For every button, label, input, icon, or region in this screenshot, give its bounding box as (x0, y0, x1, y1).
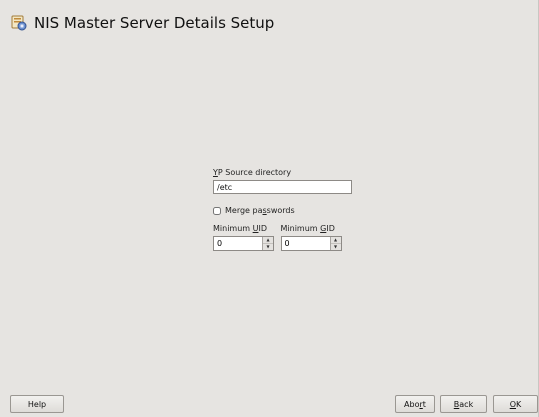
id-range-row: Minimum UID ▲ ▼ Minimum GID ▲ ▼ (213, 224, 348, 251)
merge-passwords-checkbox[interactable] (213, 206, 221, 215)
nis-server-icon (10, 14, 28, 32)
merge-passwords-label-post: swords (266, 206, 295, 215)
minimum-uid-label-pre: Minimum (213, 224, 253, 233)
merge-passwords-label-pre: Merge pa (225, 206, 263, 215)
minimum-uid-spinbox[interactable]: ▲ ▼ (213, 236, 274, 251)
minimum-gid-spinbox[interactable]: ▲ ▼ (280, 236, 342, 251)
back-button[interactable]: Back (440, 395, 487, 413)
minimum-gid-label-post: ID (326, 224, 335, 233)
abort-button-label-pre: Abo (404, 399, 420, 409)
dialog-header: NIS Master Server Details Setup (10, 12, 274, 34)
spin-down-icon[interactable]: ▼ (263, 243, 273, 250)
minimum-uid-label-post: ID (258, 224, 268, 233)
merge-passwords-label[interactable]: Merge passwords (225, 206, 295, 215)
back-button-label-post: ack (459, 399, 474, 409)
spin-down-icon[interactable]: ▼ (330, 243, 341, 250)
merge-passwords-row[interactable]: Merge passwords (213, 206, 348, 215)
button-bar: Help Abo r t Back OK (0, 394, 538, 416)
minimum-uid-group: Minimum UID ▲ ▼ (213, 224, 281, 251)
ok-button[interactable]: OK (493, 395, 538, 413)
minimum-uid-spin-buttons: ▲ ▼ (262, 237, 273, 250)
yp-source-label-text: P Source directory (217, 168, 292, 177)
minimum-uid-input[interactable] (214, 237, 262, 250)
minimum-gid-input[interactable] (281, 237, 330, 250)
help-button-label: Help (27, 399, 47, 409)
nis-master-details-form: YP Source directory Merge passwords Mini… (213, 168, 352, 251)
abort-button[interactable]: Abo r t (395, 395, 435, 413)
dialog-title: NIS Master Server Details Setup (34, 14, 275, 32)
yast-window: NIS Master Server Details Setup YP Sourc… (0, 0, 539, 417)
yp-source-label: YP Source directory (213, 168, 348, 177)
minimum-gid-group: Minimum GID ▲ ▼ (280, 224, 349, 251)
abort-button-label-post: t (422, 399, 426, 409)
minimum-gid-spin-buttons: ▲ ▼ (329, 237, 341, 250)
minimum-gid-label-pre: Minimum (280, 224, 321, 233)
ok-button-label-post: K (516, 399, 522, 409)
help-button[interactable]: Help (10, 395, 64, 413)
yp-source-directory-input[interactable] (213, 180, 352, 194)
minimum-uid-label: Minimum UID (213, 224, 281, 233)
minimum-gid-label: Minimum GID (281, 224, 349, 233)
